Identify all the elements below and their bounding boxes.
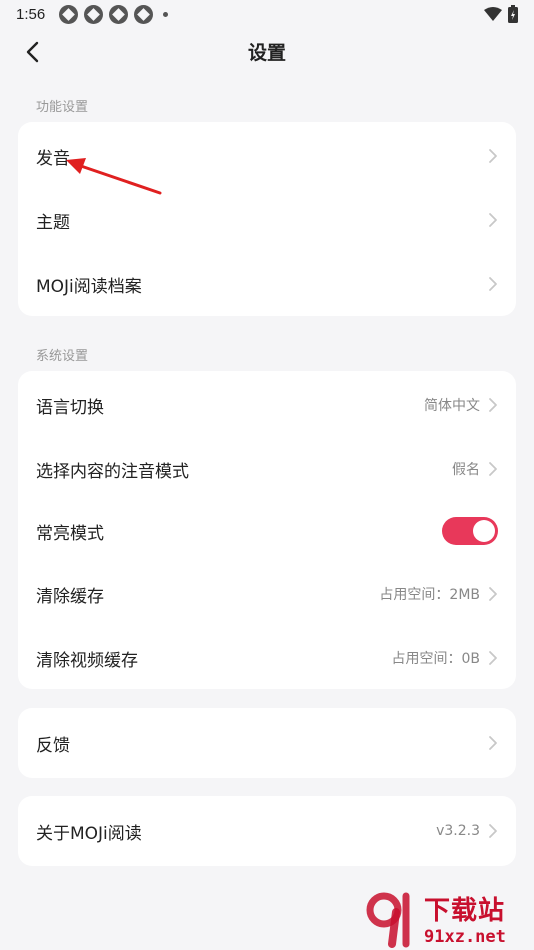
watermark: 下载站 91xz.net (362, 886, 534, 950)
section-label-system: 系统设置 (36, 349, 89, 364)
settings-row-pronunciation[interactable]: 发音 (18, 124, 516, 188)
more-notifications-dot-icon (163, 11, 169, 17)
row-value: 简体中文 (424, 398, 480, 414)
notification-icon (84, 4, 104, 24)
notification-icon (109, 4, 129, 24)
settings-row-theme[interactable]: 主题 (18, 188, 516, 252)
notification-icon (59, 4, 79, 24)
settings-row-language[interactable]: 语言切换 简体中文 (18, 373, 516, 437)
chevron-left-icon (26, 41, 39, 63)
settings-page: 1:56 设置 功能设置 发音 主题 MOJi阅读档案 系统设置 语言切换 简体… (0, 0, 534, 950)
row-label: 发音 (36, 148, 70, 169)
row-label: 选择内容的注音模式 (36, 461, 189, 482)
row-label: 关于MOJi阅读 (36, 823, 142, 844)
settings-row-clear-video-cache[interactable]: 清除视频缓存 占用空间：0B (18, 626, 516, 690)
watermark-logo-icon (366, 892, 410, 948)
notification-icons (59, 4, 169, 24)
row-label: 常亮模式 (36, 523, 104, 544)
settings-row-feedback[interactable]: 反馈 (18, 711, 516, 775)
row-label: MOJi阅读档案 (36, 276, 142, 297)
keep-screen-on-toggle[interactable] (442, 517, 498, 545)
settings-row-keep-screen-on: 常亮模式 (18, 499, 516, 563)
back-button[interactable] (18, 38, 46, 66)
row-label: 反馈 (36, 735, 70, 756)
row-label: 语言切换 (36, 397, 104, 418)
settings-row-clear-cache[interactable]: 清除缓存 占用空间：2MB (18, 562, 516, 626)
toggle-knob (473, 520, 495, 542)
system-settings-card: 语言切换 简体中文 选择内容的注音模式 假名 常亮模式 清除缓存 占用空间：2M… (18, 371, 516, 689)
settings-row-reading-profile[interactable]: MOJi阅读档案 (18, 252, 516, 316)
battery-icon (508, 5, 518, 23)
notification-icon (134, 4, 154, 24)
row-value: v3.2.3 (436, 823, 480, 839)
watermark-url: 91xz.net (424, 926, 506, 947)
feedback-card: 反馈 (18, 708, 516, 778)
status-bar: 1:56 (0, 0, 534, 28)
chevron-right-icon (489, 736, 497, 750)
page-title: 设置 (247, 41, 286, 64)
settings-row-annotation-mode[interactable]: 选择内容的注音模式 假名 (18, 437, 516, 501)
row-value: 占用空间：0B (391, 651, 480, 667)
row-value: 占用空间：2MB (379, 587, 480, 603)
function-settings-card: 发音 主题 MOJi阅读档案 (18, 122, 516, 316)
status-right (484, 5, 518, 23)
status-time: 1:56 (16, 5, 46, 23)
row-label: 清除缓存 (36, 586, 104, 607)
row-label: 清除视频缓存 (36, 650, 138, 671)
row-label: 主题 (36, 212, 70, 233)
chevron-right-icon (489, 651, 497, 665)
chevron-right-icon (489, 824, 497, 838)
chevron-right-icon (489, 398, 497, 412)
header: 设置 (0, 28, 534, 74)
chevron-right-icon (489, 587, 497, 601)
row-value: 假名 (452, 462, 480, 478)
settings-row-about[interactable]: 关于MOJi阅读 v3.2.3 (18, 799, 516, 863)
chevron-right-icon (489, 149, 497, 163)
chevron-right-icon (489, 213, 497, 227)
section-label-function: 功能设置 (36, 100, 89, 115)
chevron-right-icon (489, 462, 497, 476)
watermark-text: 下载站 (424, 895, 506, 926)
about-card: 关于MOJi阅读 v3.2.3 (18, 796, 516, 866)
chevron-right-icon (489, 277, 497, 291)
wifi-icon (484, 7, 502, 21)
